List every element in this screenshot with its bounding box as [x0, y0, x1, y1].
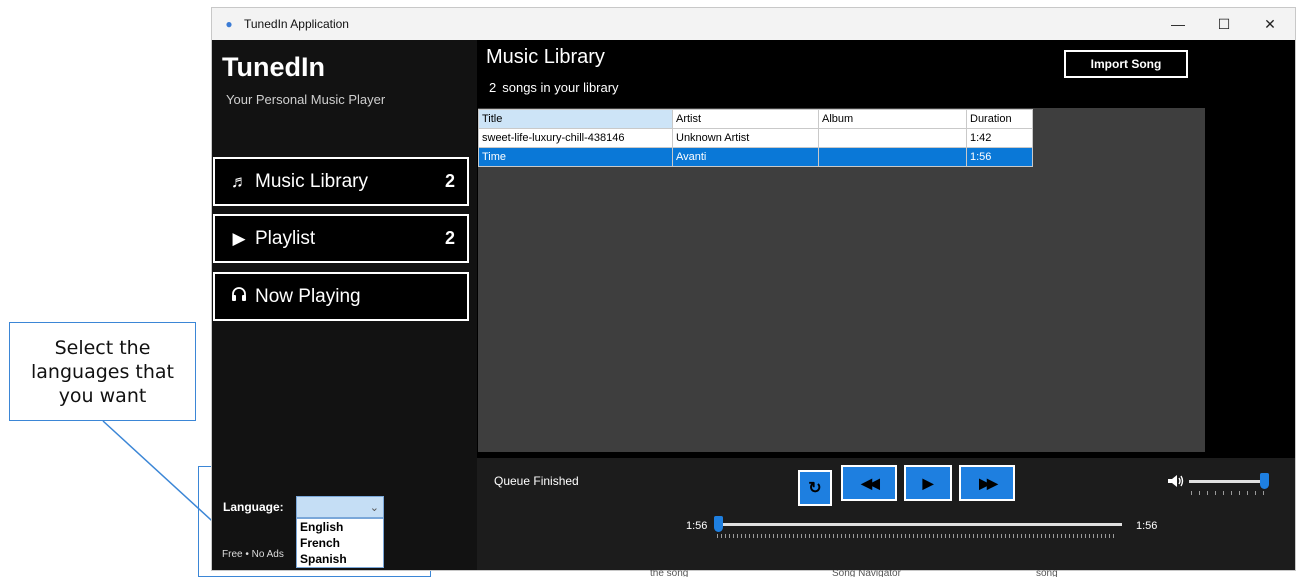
next-button[interactable]: ▶▶	[959, 465, 1015, 501]
headphones-icon	[231, 286, 247, 307]
column-header-artist[interactable]: Artist	[672, 109, 819, 129]
total-time: 1:56	[1136, 520, 1158, 532]
seek-thumb[interactable]	[714, 516, 723, 532]
page-title: Music Library	[486, 46, 605, 68]
cell-duration: 1:42	[966, 128, 1033, 148]
footnote: Free • No Ads	[222, 549, 284, 560]
app-window: ● TunedIn Application — ☐ ✕ TunedIn Your…	[212, 8, 1295, 570]
library-count-text: 2 songs in your library	[489, 80, 619, 95]
app-brand: TunedIn	[222, 52, 325, 82]
cell-album	[818, 128, 967, 148]
chevron-down-icon: ⌄	[369, 501, 379, 514]
volume-ticks	[1191, 491, 1271, 495]
minimize-button[interactable]: —	[1155, 8, 1201, 40]
language-label: Language:	[223, 500, 284, 514]
nav-count-badge: 2	[444, 228, 455, 248]
rewind-icon: ◀◀	[861, 474, 879, 491]
volume-thumb[interactable]	[1260, 473, 1269, 489]
current-time: 1:56	[686, 520, 708, 532]
background-text: Song Navigator	[832, 570, 901, 577]
song-grid: Title Artist Album Duration sweet-life-l…	[478, 108, 1205, 452]
song-table: Title Artist Album Duration sweet-life-l…	[478, 109, 1033, 167]
nav-count-badge: 2	[444, 171, 455, 191]
import-song-button[interactable]: Import Song	[1064, 50, 1188, 78]
nav-now-playing[interactable]: Now Playing	[213, 272, 469, 321]
table-header-row: Title Artist Album Duration	[478, 109, 1033, 129]
maximize-icon: ☐	[1217, 15, 1231, 32]
music-note-icon: ♬	[231, 171, 248, 191]
table-row[interactable]: sweet-life-luxury-chill-438146 Unknown A…	[478, 128, 1033, 148]
playback-status: Queue Finished	[494, 474, 579, 488]
seek-track	[714, 523, 1122, 526]
nav-label: Now Playing	[255, 285, 361, 307]
nav-label: Playlist	[255, 227, 316, 249]
library-count: 2	[489, 80, 497, 95]
language-dropdown-list: English French Spanish	[296, 518, 384, 568]
play-button[interactable]: ▶	[904, 465, 952, 501]
cell-artist: Avanti	[672, 147, 819, 167]
language-option-french[interactable]: French	[297, 535, 383, 551]
cell-duration: 1:56	[966, 147, 1033, 167]
previous-button[interactable]: ◀◀	[841, 465, 897, 501]
play-icon: ▶	[922, 474, 934, 491]
background-text: the song	[650, 570, 689, 577]
close-icon: ✕	[1264, 15, 1276, 32]
fast-forward-icon: ▶▶	[979, 474, 997, 491]
repeat-button[interactable]: ↻	[798, 470, 832, 506]
speaker-icon-svg	[1168, 475, 1184, 487]
nav-label: Music Library	[255, 170, 368, 192]
app-icon: ●	[225, 17, 233, 31]
close-button[interactable]: ✕	[1247, 8, 1293, 40]
play-icon: ▶	[232, 228, 246, 248]
column-header-title[interactable]: Title	[478, 109, 673, 129]
cell-artist: Unknown Artist	[672, 128, 819, 148]
language-option-spanish[interactable]: Spanish	[297, 551, 383, 567]
background-text: song	[1036, 570, 1058, 577]
cell-title: Time	[478, 147, 673, 167]
language-option-english[interactable]: English	[297, 519, 383, 535]
column-header-album[interactable]: Album	[818, 109, 967, 129]
annotation-callout: Select the languages that you want	[9, 322, 196, 421]
cell-album	[818, 147, 967, 167]
speaker-icon[interactable]	[1167, 474, 1185, 491]
cell-title: sweet-life-luxury-chill-438146	[478, 128, 673, 148]
sidebar: TunedIn Your Personal Music Player ♬ Mus…	[212, 40, 477, 570]
table-row-selected[interactable]: Time Avanti 1:56	[478, 147, 1033, 167]
window-title: TunedIn Application	[244, 17, 349, 31]
seek-slider[interactable]	[714, 513, 1122, 539]
repeat-icon: ↻	[808, 480, 822, 497]
annotation-text: Select the languages that you want	[31, 336, 174, 407]
minimize-icon: —	[1171, 16, 1185, 32]
seek-ticks	[717, 534, 1117, 538]
headphones-icon-svg	[232, 287, 246, 301]
app-tagline: Your Personal Music Player	[226, 92, 386, 107]
library-count-label: songs in your library	[502, 80, 619, 95]
maximize-button[interactable]: ☐	[1201, 8, 1247, 40]
nav-playlist[interactable]: ▶ Playlist 2	[213, 214, 469, 263]
language-select[interactable]: ⌄	[296, 496, 384, 518]
player-bar: Queue Finished ↻ ◀◀ ▶ ▶▶ 1:56 1:56	[477, 458, 1295, 570]
volume-slider[interactable]	[1189, 470, 1275, 496]
title-bar: ● TunedIn Application — ☐ ✕	[212, 8, 1295, 40]
screenshot-root: Select the languages that you want ● Tun…	[0, 0, 1301, 577]
column-header-duration[interactable]: Duration	[966, 109, 1033, 129]
volume-track	[1189, 480, 1269, 483]
nav-music-library[interactable]: ♬ Music Library 2	[213, 157, 469, 206]
